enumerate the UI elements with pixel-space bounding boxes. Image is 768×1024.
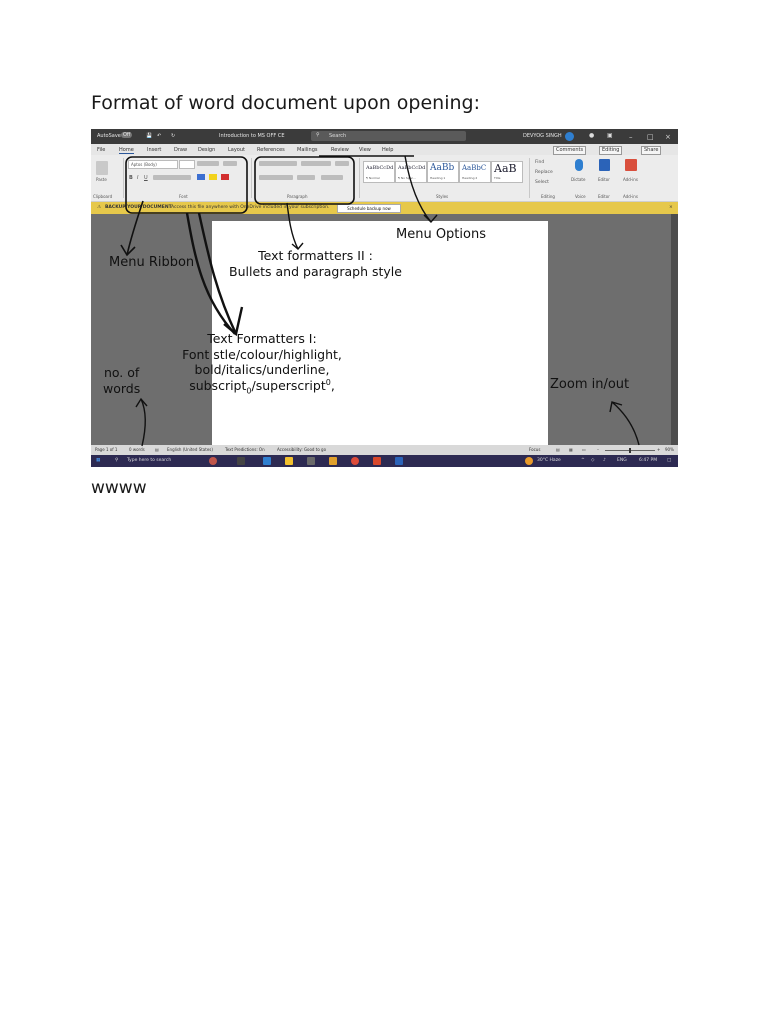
text-formatters-1-label: Text Formatters I: Font stle/colour/high…	[177, 331, 347, 397]
text-formatters-2-label: Text formatters II : Bullets and paragra…	[229, 248, 402, 279]
word-screenshot: AutoSave Off 💾 ↶ ↻ Introduction to MS OF…	[91, 129, 678, 467]
word-count-label: no. of words	[103, 365, 140, 396]
superscript-word: /superscript	[251, 378, 326, 394]
annotation-overlay	[120, 155, 640, 447]
paragraph-group-highlight-box	[254, 156, 355, 205]
menu-ribbon-arrow	[126, 200, 144, 256]
text-formatters-2-arrow	[286, 202, 299, 250]
subscript-word: subscript	[189, 378, 247, 394]
word-count-label-line2: words	[103, 380, 141, 396]
word-count-arrow	[140, 398, 146, 447]
word-count-arrowhead	[135, 397, 148, 408]
menu-options-arrowhead	[423, 214, 438, 224]
document-heading: Format of word document upon opening:	[91, 92, 480, 114]
punctuation: ,	[330, 378, 335, 394]
menu-ribbon-label: Menu Ribbon	[109, 255, 195, 270]
menu-options-label: Menu Options	[396, 227, 486, 242]
text-formatters-1-line1: Font stle/colour/highlight,	[182, 346, 342, 362]
text-formatters-2-title: Text formatters II :	[258, 248, 373, 263]
text-formatters-1-line3: subscript0/superscript0,	[177, 378, 347, 397]
document-footer-text: wwww	[91, 478, 147, 498]
font-group-highlight-box	[125, 156, 248, 214]
zoom-label: Zoom in/out	[550, 377, 630, 392]
zoom-arrow	[611, 401, 640, 446]
text-formatters-1-title: Text Formatters I:	[207, 331, 317, 346]
word-count-label-line1: no. of	[103, 365, 140, 380]
text-formatters-2-desc: Bullets and paragraph style	[229, 263, 402, 279]
menu-options-arrow	[404, 155, 432, 223]
text-formatters-1-line2: bold/italics/underline,	[194, 362, 330, 378]
